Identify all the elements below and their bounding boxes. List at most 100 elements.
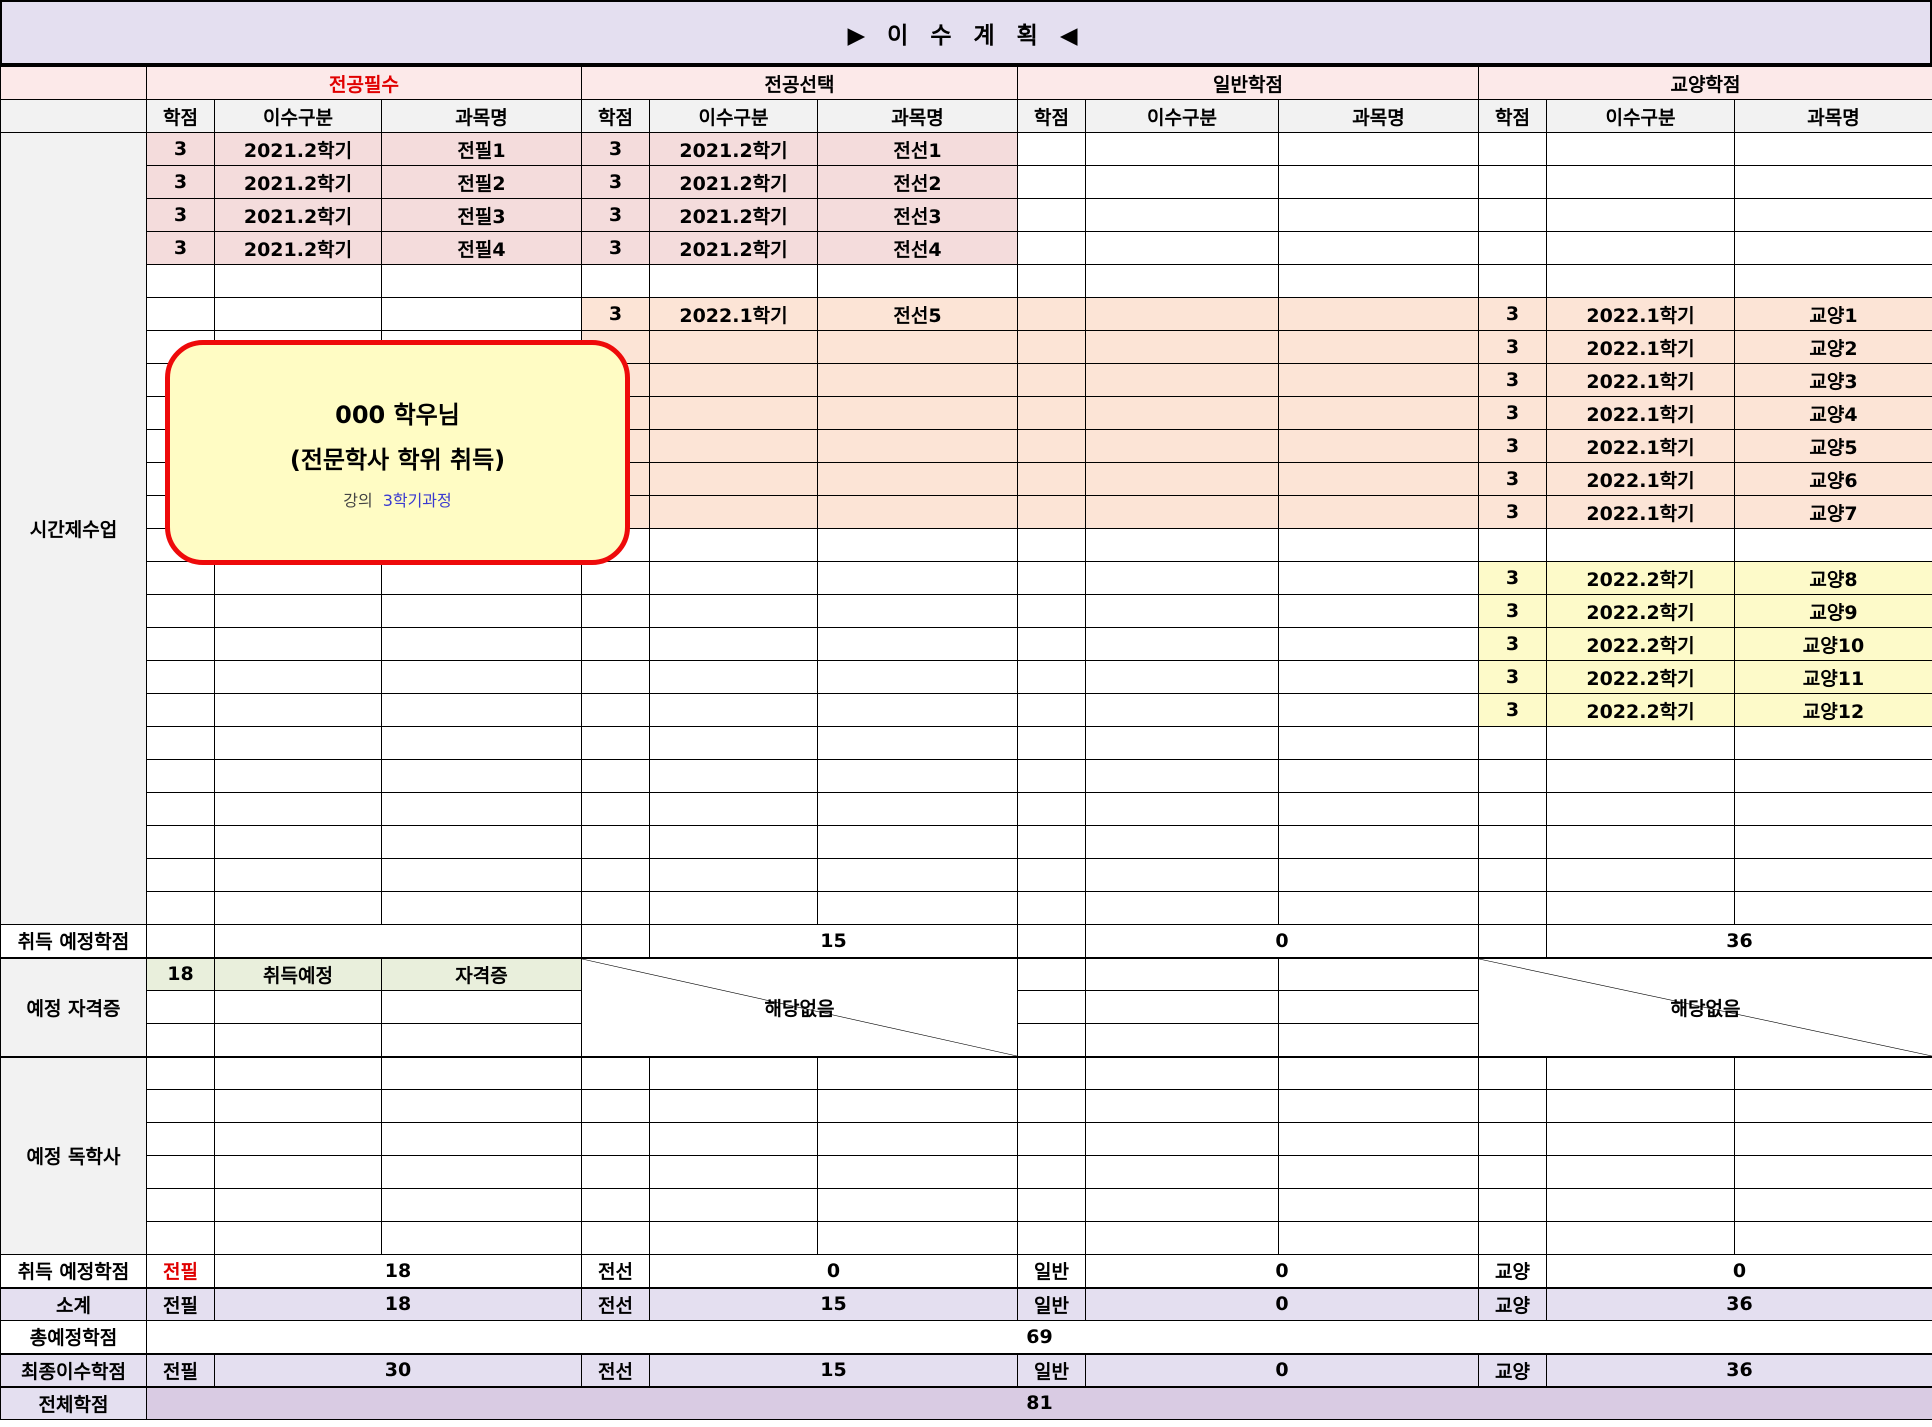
credit-cell[interactable] [1017, 330, 1086, 364]
semester-cell[interactable]: 2022.1학기 [1546, 495, 1735, 529]
semester-cell[interactable] [649, 561, 818, 595]
credit-cell[interactable] [146, 660, 215, 694]
credit-cell[interactable] [581, 594, 650, 628]
semester-cell[interactable]: 2022.2학기 [1546, 660, 1735, 694]
cell[interactable] [381, 1023, 582, 1057]
subject-cell[interactable] [1278, 231, 1479, 265]
semester-cell[interactable] [649, 858, 818, 892]
semester-cell[interactable] [1085, 462, 1279, 496]
credit-cell[interactable]: 3 [581, 231, 650, 265]
cell[interactable] [1734, 1188, 1932, 1222]
semester-cell[interactable] [649, 660, 818, 694]
subject-cell[interactable]: 교양10 [1734, 627, 1932, 661]
total-cell[interactable]: 15 [649, 924, 1018, 958]
semester-cell[interactable]: 2022.1학기 [1546, 429, 1735, 463]
total-cell[interactable] [214, 924, 582, 958]
cell[interactable] [381, 1188, 582, 1222]
cell[interactable] [1546, 1188, 1735, 1222]
subject-cell[interactable] [1278, 561, 1479, 595]
semester-cell[interactable] [214, 891, 382, 925]
row-label-total-credit[interactable]: 전체학점 [0, 1385, 147, 1420]
subject-cell[interactable]: 전선4 [817, 231, 1018, 265]
group-header[interactable]: 전공선택 [581, 66, 1018, 100]
subject-cell[interactable] [1278, 759, 1479, 793]
cell[interactable] [1085, 1122, 1279, 1156]
cell[interactable] [581, 1122, 650, 1156]
credit-cell[interactable]: 3 [581, 132, 650, 166]
subject-cell[interactable] [1278, 396, 1479, 430]
cell[interactable] [1278, 1055, 1479, 1090]
subject-cell[interactable] [1734, 264, 1932, 298]
cell[interactable] [1017, 1055, 1086, 1090]
semester-cell[interactable] [1085, 594, 1279, 628]
credit-cell[interactable]: 3 [581, 198, 650, 232]
semester-cell[interactable] [214, 726, 382, 760]
subject-cell[interactable] [381, 693, 582, 727]
cell[interactable] [1546, 1221, 1735, 1255]
total-cell[interactable]: 0 [1546, 1254, 1932, 1288]
subject-cell[interactable]: 교양5 [1734, 429, 1932, 463]
semester-cell[interactable]: 2021.2학기 [649, 165, 818, 199]
subject-cell[interactable] [817, 429, 1018, 463]
semester-cell[interactable]: 2022.2학기 [1546, 627, 1735, 661]
cell[interactable] [214, 990, 382, 1024]
cell[interactable] [1478, 1155, 1547, 1189]
subject-cell[interactable] [1278, 198, 1479, 232]
semester-cell[interactable]: 2021.2학기 [649, 198, 818, 232]
credit-cell[interactable] [146, 792, 215, 826]
abbr-cell[interactable]: 전필 [146, 1352, 215, 1387]
credit-cell[interactable] [146, 825, 215, 859]
cell[interactable] [1085, 990, 1279, 1024]
semester-cell[interactable]: 2021.2학기 [649, 231, 818, 265]
subject-cell[interactable] [817, 528, 1018, 562]
semester-cell[interactable] [1546, 165, 1735, 199]
subject-cell[interactable] [1278, 264, 1479, 298]
semester-cell[interactable] [214, 858, 382, 892]
credit-cell[interactable] [146, 561, 215, 595]
row-label-total-expected[interactable]: 총예정학점 [0, 1320, 147, 1354]
cell[interactable] [1017, 1023, 1086, 1057]
credit-cell[interactable] [581, 660, 650, 694]
cell[interactable] [581, 1089, 650, 1123]
subject-cell[interactable] [817, 363, 1018, 397]
cell[interactable] [1017, 956, 1086, 991]
subject-cell[interactable] [381, 660, 582, 694]
semester-cell[interactable] [214, 297, 382, 331]
cell[interactable] [1734, 1155, 1932, 1189]
credit-cell[interactable] [581, 792, 650, 826]
cell[interactable] [381, 1155, 582, 1189]
abbr-cell[interactable]: 전필 [146, 1254, 215, 1288]
subject-cell[interactable] [1278, 891, 1479, 925]
abbr-cell[interactable]: 전선 [581, 1254, 650, 1288]
subject-cell[interactable] [381, 561, 582, 595]
semester-cell[interactable] [1546, 132, 1735, 166]
semester-cell[interactable]: 2022.1학기 [1546, 462, 1735, 496]
cell[interactable] [1478, 1188, 1547, 1222]
semester-cell[interactable]: 2022.2학기 [1546, 693, 1735, 727]
credit-cell[interactable] [1017, 693, 1086, 727]
semester-cell[interactable] [1546, 891, 1735, 925]
credit-cell[interactable] [146, 627, 215, 661]
column-header[interactable]: 과목명 [817, 99, 1018, 133]
subject-cell[interactable] [817, 726, 1018, 760]
subject-cell[interactable] [1734, 759, 1932, 793]
cell[interactable] [1278, 1188, 1479, 1222]
credit-cell[interactable] [1478, 264, 1547, 298]
semester-cell[interactable]: 2022.2학기 [1546, 561, 1735, 595]
total-credit-value[interactable]: 81 [146, 1385, 1932, 1420]
subject-cell[interactable] [1278, 363, 1479, 397]
cell[interactable] [1085, 1155, 1279, 1189]
subject-cell[interactable] [1734, 825, 1932, 859]
subject-cell[interactable] [1278, 330, 1479, 364]
total-cell[interactable]: 0 [1085, 924, 1479, 958]
credit-cell[interactable]: 3 [581, 165, 650, 199]
subject-cell[interactable] [1278, 627, 1479, 661]
subject-cell[interactable] [1278, 297, 1479, 331]
cell[interactable] [214, 1055, 382, 1090]
subject-cell[interactable] [817, 660, 1018, 694]
semester-cell[interactable] [649, 594, 818, 628]
cell[interactable] [214, 1023, 382, 1057]
column-header[interactable]: 학점 [146, 99, 215, 133]
cell[interactable] [1085, 1089, 1279, 1123]
certificate-status-header[interactable]: 취득예정 [214, 956, 382, 991]
